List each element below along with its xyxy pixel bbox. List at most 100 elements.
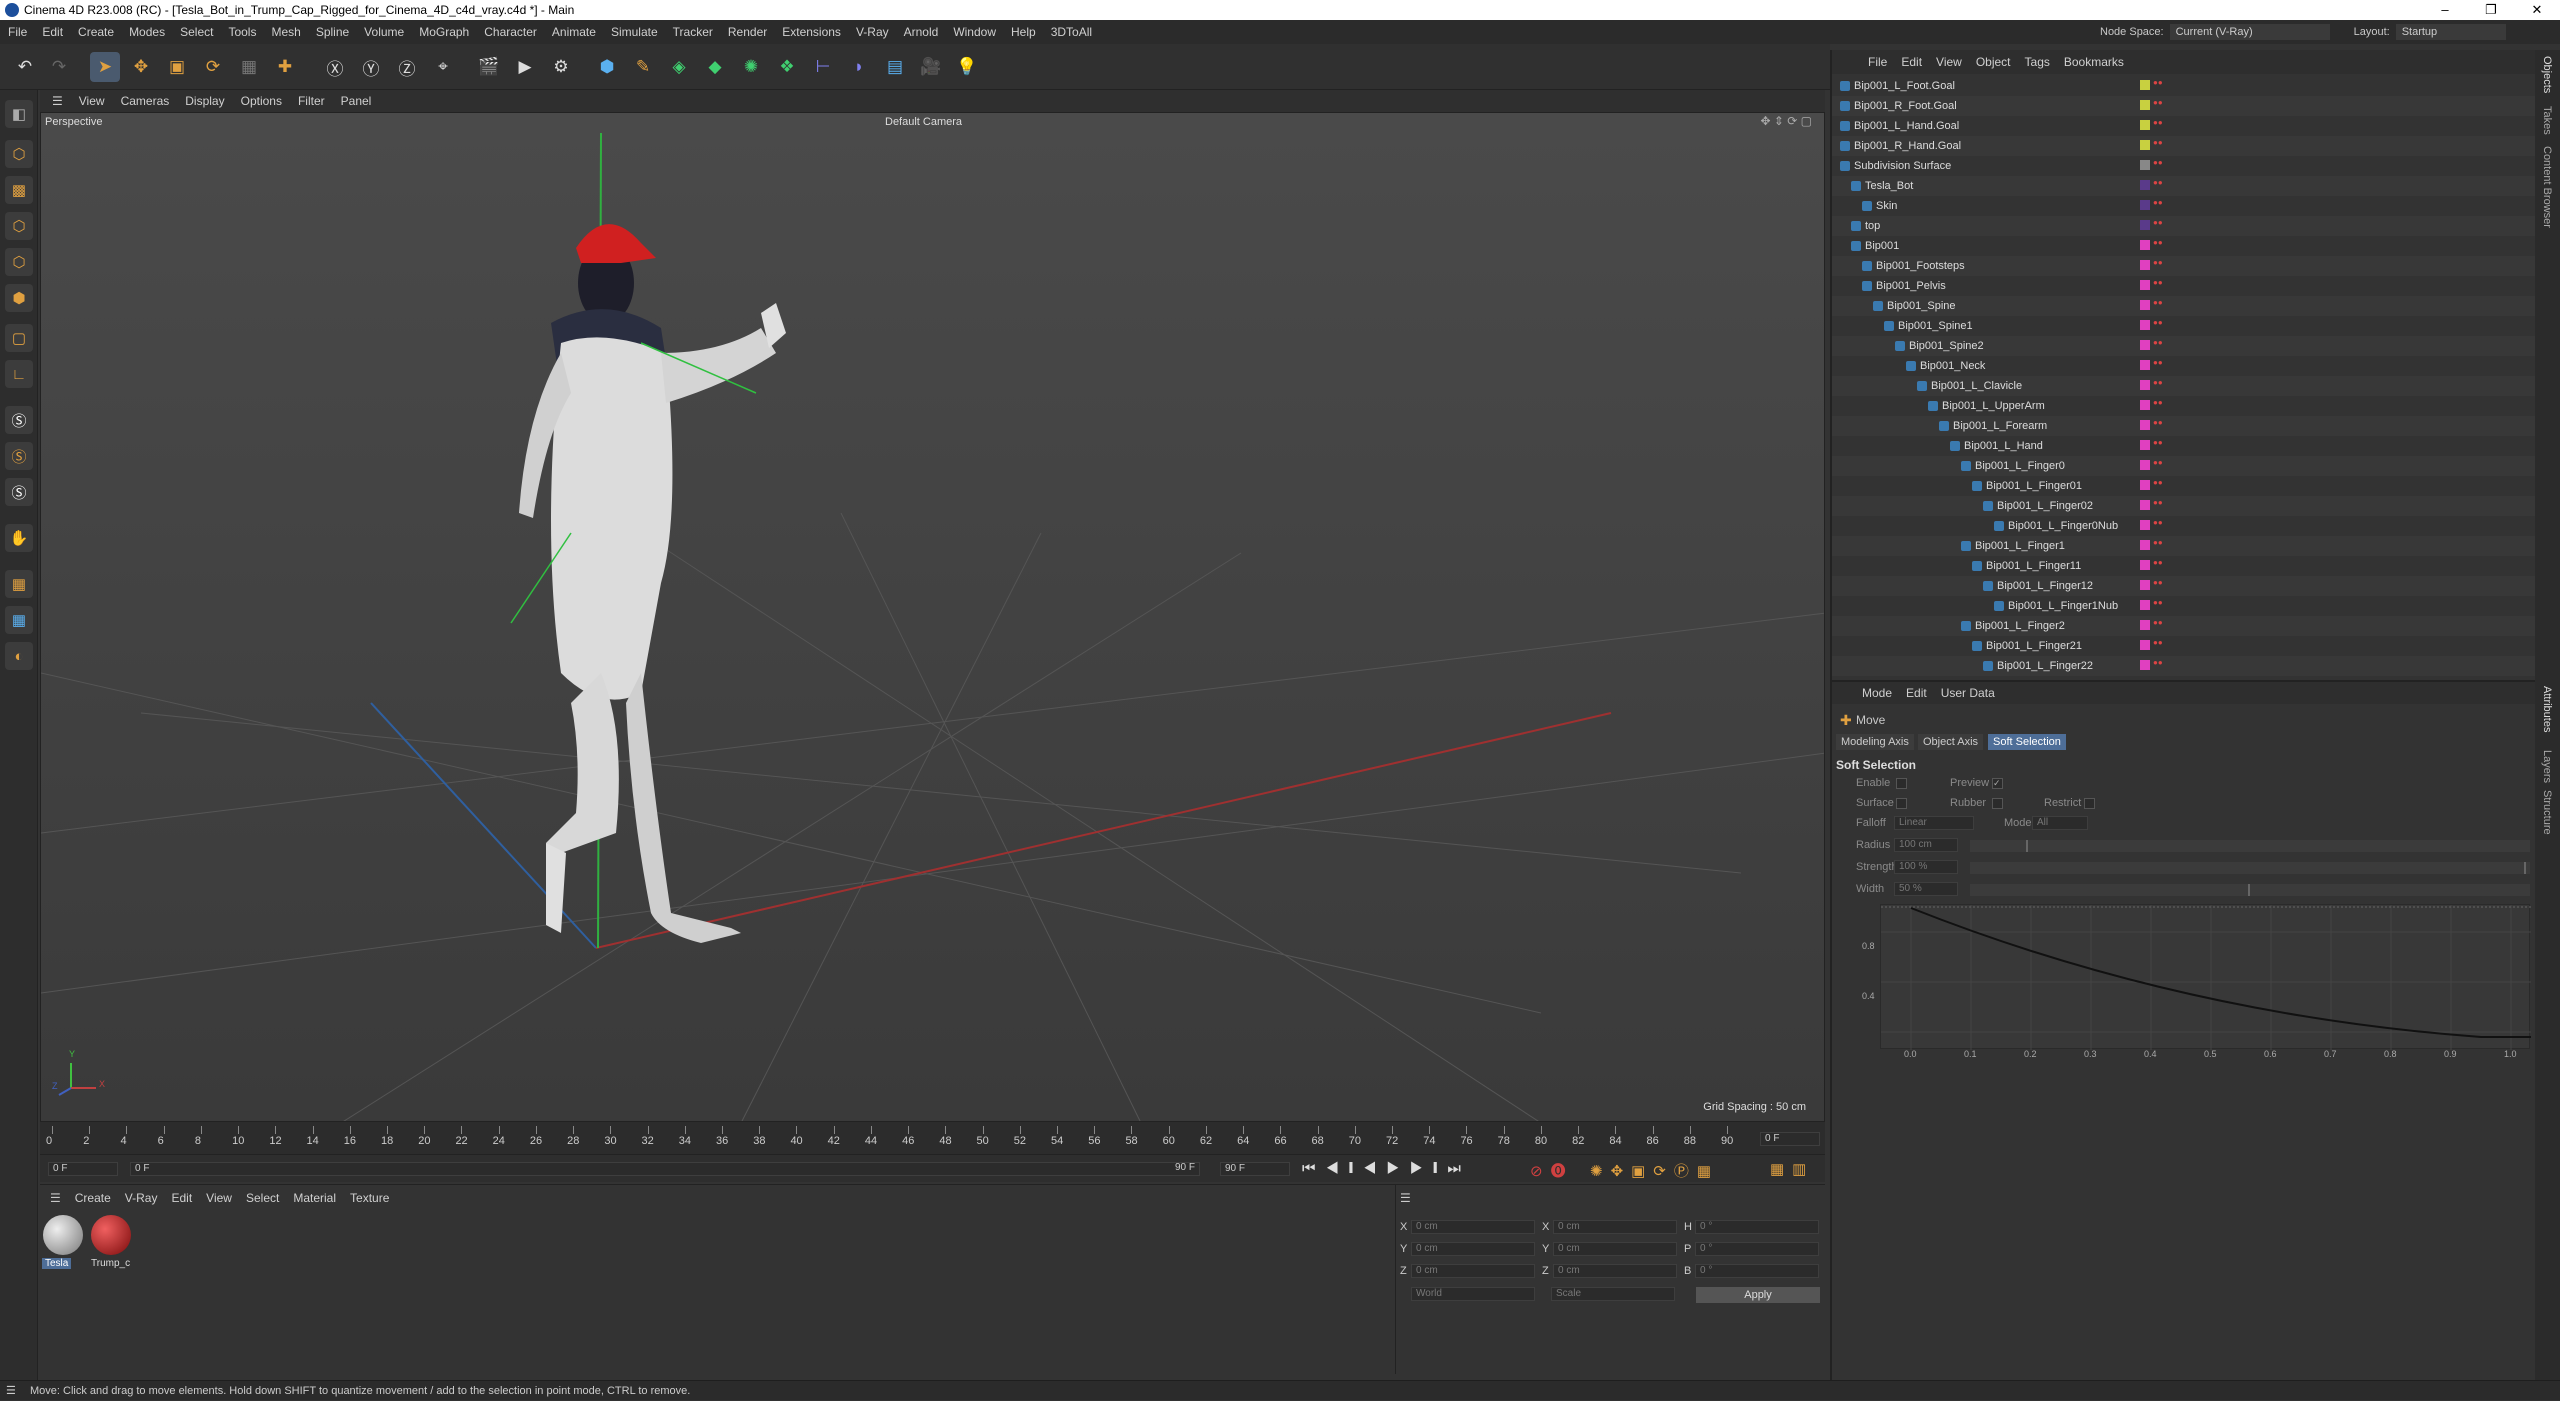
object-row[interactable]: Bip001_Spine2 ●● bbox=[1832, 336, 2537, 356]
visibility-dots-icon[interactable]: ●● bbox=[2153, 319, 2163, 333]
tab-objects[interactable]: Objects bbox=[2541, 56, 2553, 93]
apply-button[interactable]: Apply bbox=[1696, 1287, 1820, 1303]
object-name[interactable]: Subdivision Surface bbox=[1854, 156, 1951, 176]
object-name[interactable]: Bip001_L_Finger21 bbox=[1986, 636, 2082, 656]
viewport-menu-display[interactable]: Display bbox=[185, 94, 224, 108]
light-icon[interactable]: 💡 bbox=[952, 52, 982, 82]
transform-icon[interactable]: ▦ bbox=[234, 52, 264, 82]
visibility-dots-icon[interactable]: ●● bbox=[2153, 359, 2163, 373]
end-frame-field[interactable]: 90 F bbox=[1220, 1162, 1290, 1176]
menu-window[interactable]: Window bbox=[953, 25, 996, 39]
coord-field[interactable]: 0 cm bbox=[1553, 1242, 1677, 1256]
spline-icon[interactable]: ◗ bbox=[844, 52, 874, 82]
visibility-dots-icon[interactable]: ●● bbox=[2153, 559, 2163, 573]
x-axis-icon[interactable]: Ⓧ bbox=[320, 52, 350, 82]
object-name[interactable]: Skin bbox=[1876, 196, 1897, 216]
object-name[interactable]: Bip001 bbox=[1865, 236, 1899, 256]
visibility-dots-icon[interactable]: ●● bbox=[2153, 279, 2163, 293]
uv-mode-icon[interactable]: ▢ bbox=[5, 324, 33, 352]
object-name[interactable]: Bip001_L_Hand bbox=[1964, 436, 2043, 456]
object-row[interactable]: Bip001_Footsteps ●● bbox=[1832, 256, 2537, 276]
frame-range-start-field[interactable]: 0 F bbox=[130, 1162, 1200, 1176]
object-row[interactable]: Bip001_L_Finger0 ●● bbox=[1832, 456, 2537, 476]
material-trump-label[interactable]: Trump_c bbox=[91, 1258, 130, 1269]
visibility-dots-icon[interactable]: ●● bbox=[2153, 79, 2163, 93]
edges-mode-icon[interactable]: ⬡ bbox=[5, 248, 33, 276]
visibility-dots-icon[interactable]: ●● bbox=[2153, 459, 2163, 473]
object-row[interactable]: Bip001_L_Finger0Nub ●● bbox=[1832, 516, 2537, 536]
object-row[interactable]: Bip001_L_Foot.Goal ●● bbox=[1832, 76, 2537, 96]
z-axis-icon[interactable]: Ⓩ bbox=[392, 52, 422, 82]
tab-content-browser[interactable]: Content Browser bbox=[2541, 146, 2553, 228]
object-row[interactable]: Bip001_L_Finger02 ●● bbox=[1832, 496, 2537, 516]
object-row[interactable]: Bip001_L_Finger1 ●● bbox=[1832, 536, 2537, 556]
object-row[interactable]: Bip001_L_Finger12 ●● bbox=[1832, 576, 2537, 596]
visibility-dots-icon[interactable]: ●● bbox=[2153, 119, 2163, 133]
object-row[interactable]: Bip001_L_Finger01 ●● bbox=[1832, 476, 2537, 496]
object-row[interactable]: Bip001_L_Forearm ●● bbox=[1832, 416, 2537, 436]
object-name[interactable]: Bip001_Neck bbox=[1920, 356, 1985, 376]
timeline-lock-icon[interactable]: ◐ bbox=[5, 642, 33, 670]
rotate-tool-icon[interactable]: ⟳ bbox=[198, 52, 228, 82]
object-menu-edit[interactable]: Edit bbox=[1901, 55, 1922, 69]
object-row[interactable]: Bip001_L_Finger22 ●● bbox=[1832, 656, 2537, 676]
viewport-hamburger-icon[interactable]: ☰ bbox=[52, 94, 63, 108]
coordinate-system-icon[interactable]: ⌖ bbox=[428, 52, 458, 82]
axis-mode-icon[interactable]: ∟ bbox=[5, 360, 33, 388]
menu-modes[interactable]: Modes bbox=[129, 25, 165, 39]
visibility-dots-icon[interactable]: ●● bbox=[2153, 199, 2163, 213]
sculpt-icon[interactable]: ✋ bbox=[5, 524, 33, 552]
object-row[interactable]: Tesla_Bot ●● bbox=[1832, 176, 2537, 196]
restrict-checkbox[interactable] bbox=[2084, 798, 2095, 809]
tab-takes[interactable]: Takes bbox=[2541, 106, 2553, 135]
object-name[interactable]: Bip001_L_Foot.Goal bbox=[1854, 76, 1955, 96]
coord-field[interactable]: 0 cm bbox=[1553, 1220, 1677, 1234]
tab-object-axis[interactable]: Object Axis bbox=[1918, 734, 1984, 750]
node-space-select[interactable]: Current (V-Ray) bbox=[2169, 24, 2330, 40]
material-tesla-swatch[interactable] bbox=[43, 1215, 83, 1255]
y-axis-icon[interactable]: Ⓨ bbox=[356, 52, 386, 82]
object-name[interactable]: Bip001_L_UpperArm bbox=[1942, 396, 2045, 416]
menu-volume[interactable]: Volume bbox=[364, 25, 404, 39]
menu-select[interactable]: Select bbox=[180, 25, 213, 39]
undo-icon[interactable]: ↶ bbox=[10, 52, 40, 82]
object-menu-view[interactable]: View bbox=[1936, 55, 1962, 69]
status-menu-icon[interactable]: ☰ bbox=[6, 1381, 16, 1401]
scale-tool-icon[interactable]: ▣ bbox=[162, 52, 192, 82]
visibility-dots-icon[interactable]: ●● bbox=[2153, 159, 2163, 173]
object-row[interactable]: Bip001_L_Finger1Nub ●● bbox=[1832, 596, 2537, 616]
tab-attributes[interactable]: Attributes bbox=[2541, 686, 2553, 732]
material-menu-edit[interactable]: Edit bbox=[171, 1191, 192, 1205]
viewport-menu-options[interactable]: Options bbox=[241, 94, 282, 108]
material-menu-texture[interactable]: Texture bbox=[350, 1191, 389, 1205]
object-menu-file[interactable]: File bbox=[1868, 55, 1887, 69]
points-mode-icon[interactable]: ⬡ bbox=[5, 212, 33, 240]
pen-icon[interactable]: ✎ bbox=[628, 52, 658, 82]
attribute-menu-edit[interactable]: Edit bbox=[1906, 686, 1927, 700]
object-row[interactable]: Subdivision Surface ●● bbox=[1832, 156, 2537, 176]
object-name[interactable]: Bip001_L_Finger1Nub bbox=[2008, 596, 2118, 616]
workplane-snap-icon[interactable]: Ⓢ bbox=[5, 478, 33, 506]
subdivision-icon[interactable]: ◈ bbox=[664, 52, 694, 82]
strength-slider[interactable] bbox=[1970, 862, 2530, 874]
menu-edit[interactable]: Edit bbox=[42, 25, 63, 39]
record-buttons[interactable]: ⊘⓿ bbox=[1530, 1160, 1574, 1181]
object-row[interactable]: Bip001_L_Hand ●● bbox=[1832, 436, 2537, 456]
maximize-icon[interactable]: ❐ bbox=[2468, 0, 2514, 20]
transport-buttons[interactable]: ⏮◀❙◀▶▶❙⏭ bbox=[1302, 1160, 1471, 1177]
cloner-icon[interactable]: ✺ bbox=[736, 52, 766, 82]
visibility-dots-icon[interactable]: ●● bbox=[2153, 499, 2163, 513]
render-region-icon[interactable]: 🎬 bbox=[474, 52, 504, 82]
snap-settings-icon[interactable]: Ⓢ bbox=[5, 442, 33, 470]
object-row[interactable]: Bip001_L_Finger2 ●● bbox=[1832, 616, 2537, 636]
menu-file[interactable]: File bbox=[8, 25, 27, 39]
material-tesla-label[interactable]: Tesla bbox=[42, 1258, 72, 1269]
object-menu-tags[interactable]: Tags bbox=[2025, 55, 2050, 69]
mode-select[interactable]: All bbox=[2032, 816, 2088, 830]
coord-field[interactable]: 0 cm bbox=[1553, 1264, 1677, 1278]
material-trump-swatch[interactable] bbox=[91, 1215, 131, 1255]
timeline-ruler[interactable]: 0 2 4 6 8 10 12 14 16 18 20 22 24 26 28 30 32 34 36 38 40 42 4… bbox=[40, 1122, 1825, 1154]
object-name[interactable]: Bip001_L_Finger11 bbox=[1986, 556, 2081, 576]
menu-render[interactable]: Render bbox=[728, 25, 767, 39]
visibility-dots-icon[interactable]: ●● bbox=[2153, 339, 2163, 353]
